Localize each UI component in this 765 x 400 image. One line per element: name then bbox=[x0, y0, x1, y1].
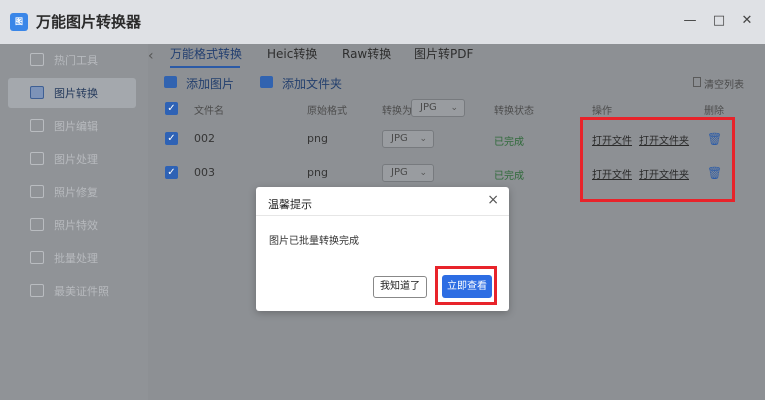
row-format: png bbox=[307, 166, 328, 179]
row-status: 已完成 bbox=[494, 137, 524, 148]
sidebar-item-image-process[interactable]: 图片处理 bbox=[8, 144, 136, 174]
row-checkbox[interactable]: ✓ bbox=[165, 166, 178, 179]
chevron-down-icon: ⌄ bbox=[419, 134, 427, 144]
photo-repair-icon bbox=[30, 185, 44, 198]
photo-effects-icon bbox=[30, 218, 44, 231]
sidebar-item-image-convert[interactable]: 图片转换 bbox=[8, 78, 136, 108]
active-tab-underline bbox=[170, 66, 240, 68]
sidebar-item-label: 图片转换 bbox=[54, 87, 98, 100]
row-format: png bbox=[307, 132, 328, 145]
sidebar: 热门工具 图片转换 图片编辑 图片处理 照片修复 照片特效 批量处理 最美证件照 bbox=[0, 44, 148, 400]
hot-tools-icon bbox=[30, 53, 44, 66]
sidebar-item-photo-repair[interactable]: 照片修复 bbox=[8, 177, 136, 207]
row-checkbox[interactable]: ✓ bbox=[165, 132, 178, 145]
row-target-select[interactable]: JPG ⌄ bbox=[382, 164, 434, 182]
close-button[interactable]: ✕ bbox=[738, 12, 756, 30]
app-logo-icon: 图 bbox=[10, 13, 28, 31]
sidebar-item-label: 批量处理 bbox=[54, 252, 98, 265]
chevron-down-icon: ⌄ bbox=[450, 103, 458, 113]
sidebar-item-hot-tools[interactable]: 热门工具 bbox=[8, 45, 136, 75]
sidebar-item-batch-process[interactable]: 批量处理 bbox=[8, 243, 136, 273]
sidebar-item-id-photo[interactable]: 最美证件照 bbox=[8, 276, 136, 306]
dialog-message: 图片已批量转换完成 bbox=[269, 236, 359, 247]
select-all-checkbox[interactable]: ✓ bbox=[165, 102, 178, 115]
sidebar-item-image-edit[interactable]: 图片编辑 bbox=[8, 111, 136, 141]
header-filename: 文件名 bbox=[194, 106, 224, 117]
image-process-icon bbox=[30, 152, 44, 165]
header-convert-to: 转换为 bbox=[382, 106, 412, 117]
sidebar-item-label: 热门工具 bbox=[54, 54, 98, 67]
minimize-button[interactable]: — bbox=[681, 12, 699, 30]
header-status: 转换状态 bbox=[494, 106, 534, 117]
image-convert-icon bbox=[30, 86, 44, 99]
actions-highlight-box bbox=[580, 117, 735, 202]
sidebar-item-photo-effects[interactable]: 照片特效 bbox=[8, 210, 136, 240]
add-folder-button[interactable]: 添加文件夹 bbox=[282, 75, 342, 92]
title-bar: 图 万能图片转换器 — □ ✕ bbox=[0, 0, 765, 44]
row-target-value: JPG bbox=[391, 133, 408, 144]
header-format-value: JPG bbox=[420, 102, 437, 113]
row-target-select[interactable]: JPG ⌄ bbox=[382, 130, 434, 148]
tab-image-to-pdf[interactable]: 图片转PDF bbox=[414, 45, 473, 62]
dialog-close-icon[interactable]: × bbox=[487, 192, 499, 208]
row-target-value: JPG bbox=[391, 167, 408, 178]
maximize-button[interactable]: □ bbox=[710, 12, 728, 30]
add-image-icon bbox=[164, 76, 177, 88]
id-photo-icon bbox=[30, 284, 44, 297]
view-now-highlight-box bbox=[435, 266, 497, 305]
sidebar-item-label: 图片处理 bbox=[54, 153, 98, 166]
got-it-button[interactable]: 我知道了 bbox=[373, 276, 427, 298]
header-actions: 操作 bbox=[592, 106, 612, 117]
chevron-down-icon: ⌄ bbox=[419, 168, 427, 178]
row-filename: 002 bbox=[194, 132, 215, 145]
tab-universal-format[interactable]: 万能格式转换 bbox=[170, 45, 242, 62]
row-filename: 003 bbox=[194, 166, 215, 179]
add-folder-icon bbox=[260, 76, 273, 88]
dialog-divider bbox=[256, 215, 509, 216]
app-title: 万能图片转换器 bbox=[36, 13, 142, 31]
add-image-button[interactable]: 添加图片 bbox=[186, 75, 234, 92]
header-format-select[interactable]: JPG ⌄ bbox=[411, 99, 465, 117]
tab-heic[interactable]: Heic转换 bbox=[267, 45, 317, 62]
sidebar-item-label: 最美证件照 bbox=[54, 285, 109, 298]
image-edit-icon bbox=[30, 119, 44, 132]
batch-process-icon bbox=[30, 251, 44, 264]
back-chevron-icon[interactable]: ‹ bbox=[148, 48, 154, 64]
dialog-title: 温馨提示 bbox=[268, 198, 312, 211]
row-status: 已完成 bbox=[494, 171, 524, 182]
sidebar-item-label: 照片特效 bbox=[54, 219, 98, 232]
tab-raw[interactable]: Raw转换 bbox=[342, 45, 391, 62]
notice-dialog: 温馨提示 × 图片已批量转换完成 我知道了 立即查看 bbox=[256, 187, 509, 311]
sidebar-item-label: 照片修复 bbox=[54, 186, 98, 199]
clear-list-button[interactable]: 清空列表 bbox=[704, 76, 744, 91]
header-delete: 删除 bbox=[704, 106, 724, 117]
header-original-format: 原始格式 bbox=[307, 106, 347, 117]
sidebar-item-label: 图片编辑 bbox=[54, 120, 98, 133]
clear-list-icon bbox=[693, 77, 701, 87]
